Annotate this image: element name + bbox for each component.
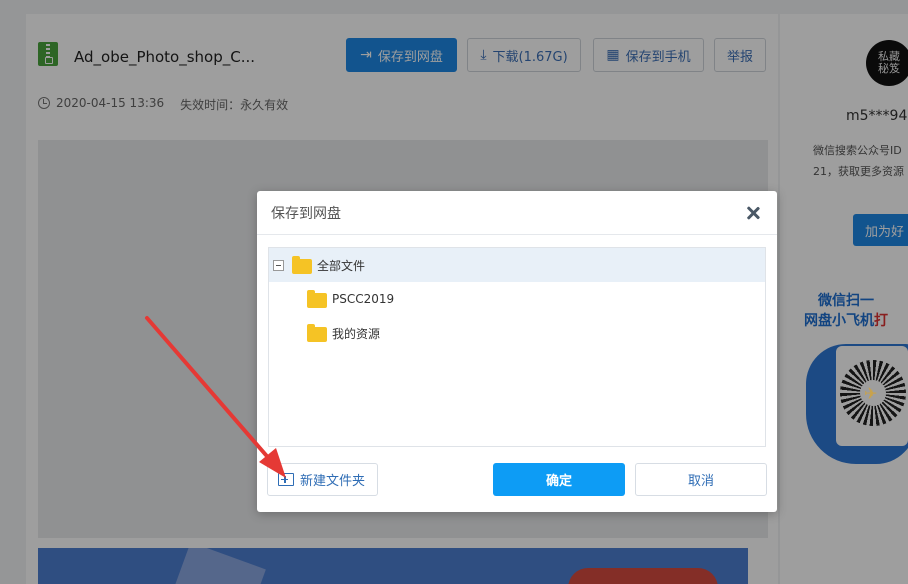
folder-icon	[292, 256, 312, 274]
tree-item-label: 我的资源	[332, 326, 381, 341]
folder-tree: 全部文件 PSCC2019 我的资源	[268, 247, 766, 447]
folder-icon	[307, 324, 327, 342]
cancel-button[interactable]: 取消	[635, 463, 767, 496]
tree-item-pscc2019[interactable]: PSCC2019	[269, 282, 765, 316]
close-icon[interactable]	[743, 203, 763, 223]
tree-item-my-resources[interactable]: 我的资源	[269, 316, 765, 350]
tree-item-label: PSCC2019	[332, 292, 395, 306]
new-folder-label: 新建文件夹	[300, 474, 366, 489]
new-folder-icon	[278, 473, 294, 486]
dialog-title: 保存到网盘	[271, 205, 341, 222]
tree-item-label: 全部文件	[317, 258, 366, 273]
collapse-icon[interactable]	[273, 260, 284, 271]
folder-icon	[307, 290, 327, 308]
confirm-button[interactable]: 确定	[493, 463, 625, 496]
new-folder-button[interactable]: 新建文件夹	[267, 463, 378, 496]
dialog-header: 保存到网盘	[257, 191, 777, 235]
paper-plane-icon: ✈	[864, 384, 878, 403]
tree-item-root[interactable]: 全部文件	[269, 248, 765, 282]
save-to-disk-dialog: 保存到网盘 全部文件 PSCC2019 我的资源 新建文件夹 确定 取消	[257, 191, 777, 512]
